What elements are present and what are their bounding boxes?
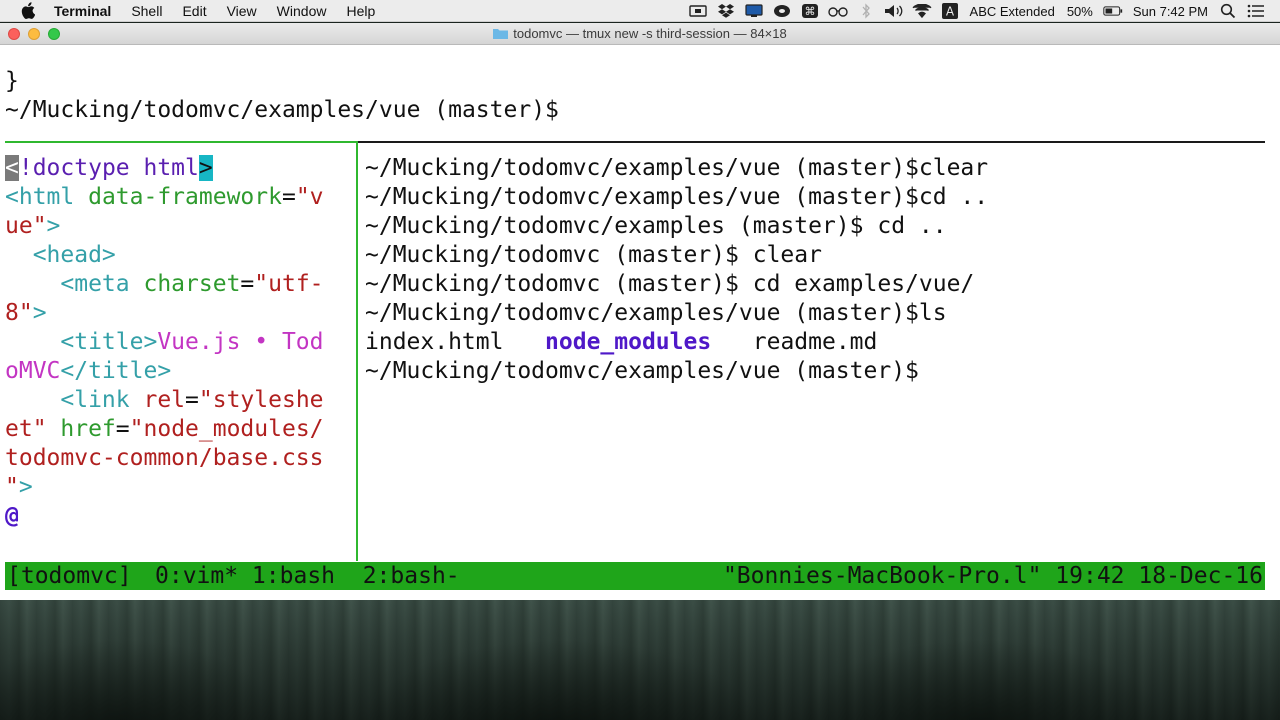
wifi-icon[interactable] (912, 0, 932, 22)
menu-shell[interactable]: Shell (121, 0, 172, 22)
bash-line: ~/Mucking/todomvc/examples/vue (master)$… (365, 155, 989, 181)
input-source-icon[interactable]: A (940, 0, 960, 22)
vim-line-12: "> (5, 474, 33, 500)
dir-node-modules: node_modules (545, 329, 712, 355)
window-titlebar[interactable]: todomvc — tmux new -s third-session — 84… (0, 23, 1280, 45)
matching-bracket: > (198, 155, 213, 181)
vim-wrap-indicator: @ (5, 503, 19, 529)
menu-bar: Terminal Shell Edit View Window Help ⌘ A… (0, 0, 1280, 22)
terminal-content[interactable]: } ~/Mucking/todomvc/examples/vue (master… (0, 45, 1280, 600)
battery-percent[interactable]: 50% (1067, 4, 1093, 19)
vim-line-10: et" href="node_modules/ (5, 416, 324, 442)
window-title: todomvc — tmux new -s third-session — 84… (513, 26, 787, 41)
tmux-status-bar: [todomvc] 0:vim* 1:bash 2:bash- "Bonnies… (5, 562, 1265, 590)
screen-record-icon[interactable] (688, 0, 708, 22)
disc-icon[interactable] (772, 0, 792, 22)
menu-view[interactable]: View (217, 0, 267, 22)
vim-line-4: <head> (5, 242, 116, 268)
bluetooth-icon[interactable] (856, 0, 876, 22)
menu-window[interactable]: Window (267, 0, 337, 22)
ls-output: index.html node_modules readme.md (365, 328, 877, 357)
vim-line-7: <title>Vue.js • Tod (5, 329, 324, 355)
spotlight-search-icon[interactable] (1218, 0, 1238, 22)
bash-ls-command: ~/Mucking/todomvc/examples/vue (master)$… (365, 300, 947, 326)
dropbox-icon[interactable] (716, 0, 736, 22)
apple-menu-icon[interactable] (17, 0, 39, 22)
menu-edit[interactable]: Edit (172, 0, 216, 22)
menu-app-terminal[interactable]: Terminal (50, 0, 121, 22)
bash-line: ~/Mucking/todomvc (master)$ cd examples/… (365, 271, 975, 297)
vim-line-1: <!doctype html> (5, 155, 213, 181)
vim-line-6: 8"> (5, 300, 47, 326)
tmux-session-name: [todomvc] (7, 563, 132, 589)
svg-text:⌘: ⌘ (804, 5, 815, 18)
vim-line-9: <link rel="styleshe (5, 387, 324, 413)
vim-line-5: <meta charset="utf- (5, 271, 324, 297)
keyboard-layout-label[interactable]: ABC Extended (970, 4, 1055, 19)
vim-cursor: < (5, 155, 19, 181)
tmux-host-time: "Bonnies-MacBook-Pro.l" 19:42 18-Dec-16 (722, 563, 1263, 589)
pane-divider-vertical[interactable] (356, 141, 358, 561)
volume-icon[interactable] (884, 0, 904, 22)
vim-line-3: ue"> (5, 213, 61, 239)
file-index-html: index.html (365, 329, 504, 355)
top-pane-prompt: ~/Mucking/todomvc/examples/vue (master)$ (5, 97, 559, 123)
active-pane-border (5, 141, 357, 143)
notification-center-icon[interactable] (1246, 0, 1266, 22)
glasses-icon[interactable] (827, 0, 848, 22)
command-icon[interactable]: ⌘ (800, 0, 820, 22)
display-icon[interactable] (744, 0, 764, 22)
clock[interactable]: Sun 7:42 PM (1133, 4, 1208, 19)
vim-line-11: todomvc-common/base.css (5, 445, 324, 471)
file-readme-md: readme.md (752, 329, 878, 355)
bash-current-prompt: ~/Mucking/todomvc/examples/vue (master)$ (365, 358, 919, 384)
bash-line: ~/Mucking/todomvc/examples (master)$ cd … (365, 213, 947, 239)
vim-line-8: oMVC</title> (5, 358, 172, 384)
top-pane-line: } (5, 68, 19, 94)
svg-text:A: A (945, 5, 954, 19)
battery-icon[interactable] (1103, 0, 1123, 22)
vim-line-2: <html data-framework="v (5, 184, 324, 210)
terminal-window: todomvc — tmux new -s third-session — 84… (0, 23, 1280, 600)
bash-line: ~/Mucking/todomvc/examples/vue (master)$… (365, 184, 989, 210)
tmux-window-list[interactable]: 0:vim* 1:bash 2:bash- (155, 562, 460, 590)
menu-help[interactable]: Help (336, 0, 385, 22)
folder-icon (493, 29, 509, 39)
bash-line: ~/Mucking/todomvc (master)$ clear (365, 242, 822, 268)
desktop-wallpaper (0, 600, 1280, 720)
